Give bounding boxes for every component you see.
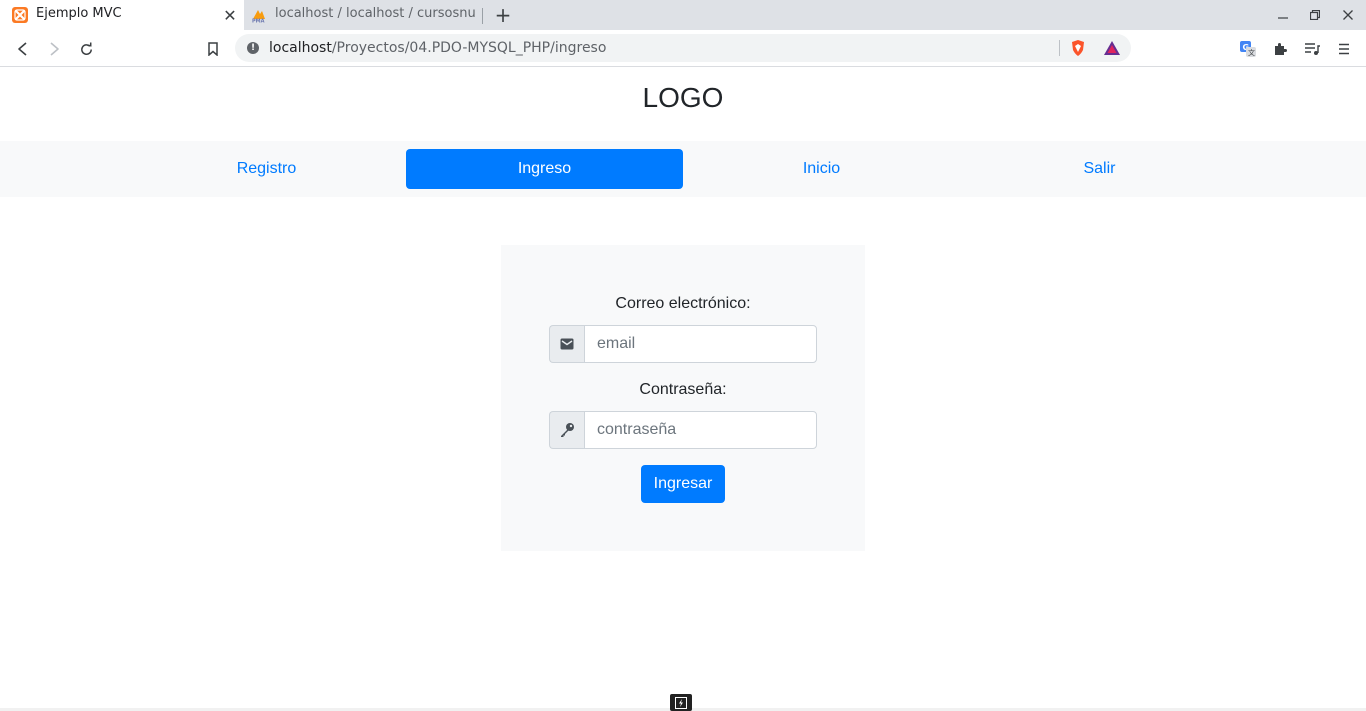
login-form: Correo electrónico: Contraseña: Ingresar (501, 245, 865, 551)
page-content: LOGO Registro Ingreso Inicio Salir Corre… (0, 68, 1366, 711)
tab-separator (482, 8, 483, 24)
nav-salir-link[interactable]: Salir (961, 149, 1238, 189)
ingresar-button[interactable]: Ingresar (641, 465, 725, 503)
password-label: Contraseña: (639, 381, 727, 398)
new-tab-plus-icon[interactable]: + (492, 3, 514, 27)
nav-ingreso-link[interactable]: Ingreso (406, 149, 683, 189)
tab-title: Ejemplo MVC (36, 6, 122, 21)
address-bar[interactable]: ! localhost/Proyectos/04.PDO-MYSQL_PHP/i… (235, 34, 1131, 62)
reload-icon[interactable] (75, 38, 97, 60)
tab-title: localhost / localhost / cursosnu (275, 6, 476, 21)
tab-strip: Ejemplo MVC ✕ PMA localhost / localhost … (0, 0, 1366, 30)
extensions-puzzle-icon[interactable] (1269, 38, 1291, 60)
close-tab-icon[interactable]: ✕ (220, 5, 240, 25)
navbar: Registro Ingreso Inicio Salir (0, 141, 1366, 197)
minimize-icon[interactable] (1273, 5, 1293, 25)
url-path: /Proyectos/04.PDO-MYSQL_PHP/ingreso (331, 40, 607, 56)
email-label: Correo electrónico: (615, 295, 751, 312)
url-text[interactable]: localhost/Proyectos/04.PDO-MYSQL_PHP/ing… (269, 40, 606, 56)
svg-text:PMA: PMA (252, 19, 265, 24)
playlist-icon[interactable] (1301, 38, 1323, 60)
tab-phpmyadmin[interactable]: PMA localhost / localhost / cursosnu (247, 0, 483, 30)
password-input[interactable] (584, 411, 817, 449)
url-host: localhost (269, 40, 332, 56)
restore-icon[interactable] (1305, 5, 1325, 25)
email-input[interactable] (584, 325, 817, 363)
translate-icon[interactable]: G文 (1237, 38, 1259, 60)
menu-icon[interactable] (1333, 38, 1355, 60)
xampp-icon (12, 7, 28, 23)
tab-ejemplo-mvc[interactable]: Ejemplo MVC ✕ (0, 0, 244, 30)
email-input-group (549, 325, 817, 363)
omnibox-divider (1059, 40, 1060, 56)
phpmyadmin-icon: PMA (252, 10, 265, 24)
brave-rewards-icon[interactable] (1103, 39, 1121, 57)
brave-shields-icon[interactable] (1069, 39, 1087, 57)
close-window-icon[interactable] (1338, 5, 1358, 25)
envelope-icon (549, 325, 584, 363)
nav-inicio-link[interactable]: Inicio (683, 149, 960, 189)
back-icon[interactable] (12, 38, 34, 60)
password-input-group (549, 411, 817, 449)
bookmark-icon[interactable] (202, 38, 224, 60)
lightning-debug-icon[interactable] (670, 694, 692, 711)
nav-registro-link[interactable]: Registro (128, 149, 405, 189)
forward-icon[interactable] (43, 38, 65, 60)
svg-text:文: 文 (1248, 48, 1255, 57)
logo-text: LOGO (642, 82, 724, 113)
key-icon (549, 411, 584, 449)
site-info-icon[interactable]: ! (247, 42, 259, 54)
browser-toolbar: ! localhost/Proyectos/04.PDO-MYSQL_PHP/i… (0, 30, 1366, 67)
